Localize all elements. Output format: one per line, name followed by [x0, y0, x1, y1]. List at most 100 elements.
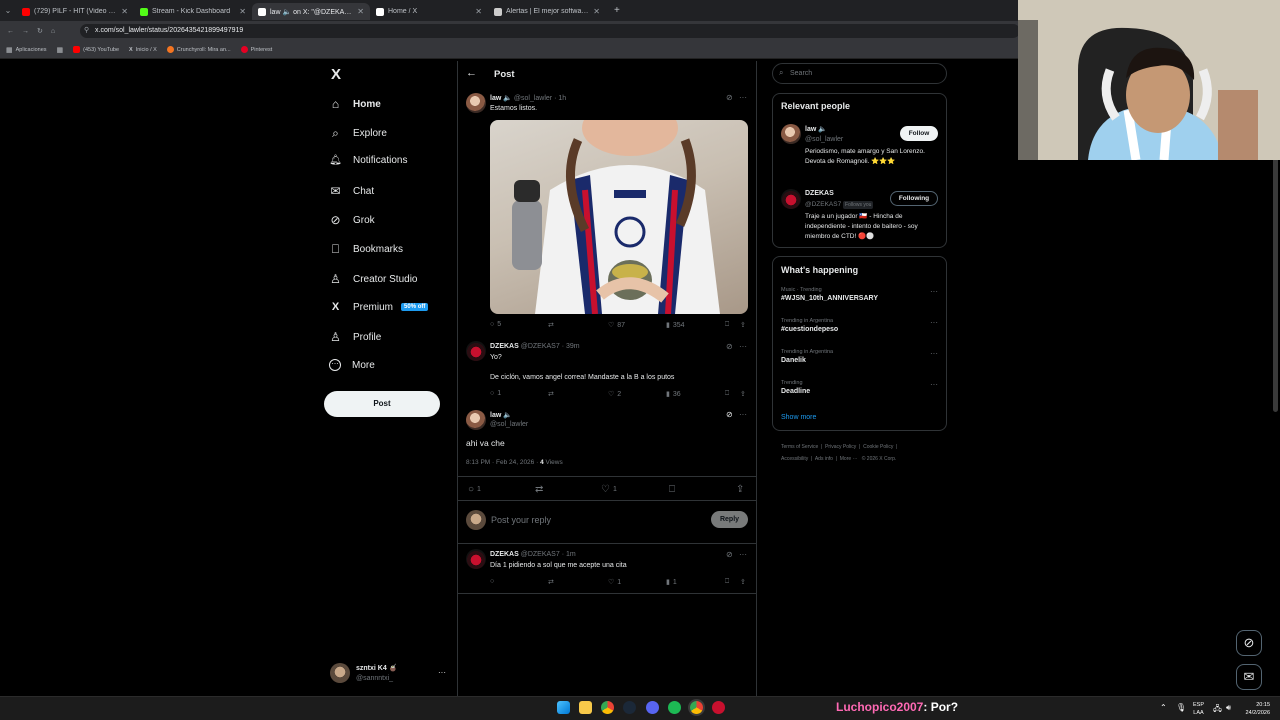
- author-handle[interactable]: @DZEKAS7: [521, 343, 560, 350]
- person-name[interactable]: DZEKAS: [805, 190, 834, 197]
- avatar[interactable]: [466, 341, 486, 361]
- post-more-icon[interactable]: ···: [739, 410, 747, 419]
- views-button[interactable]: ▮ 354: [666, 321, 685, 330]
- new-tab-icon[interactable]: +: [614, 5, 620, 16]
- browser-tab[interactable]: Stream - Kick Dashboard ✕: [134, 3, 252, 20]
- grok-icon[interactable]: ⊘: [726, 550, 733, 559]
- author-name[interactable]: DZEKAS: [490, 343, 519, 350]
- bookmark-apps[interactable]: ▦ Aplicaciones: [6, 46, 47, 54]
- footer-link[interactable]: Cookie Policy: [863, 444, 893, 450]
- nav-chat[interactable]: ✉ Chat: [329, 184, 374, 198]
- author-handle[interactable]: @sol_lawler: [490, 421, 528, 428]
- trend-item[interactable]: Music · Trending #WJSN_10th_ANNIVERSARY: [781, 287, 941, 302]
- nav-bookmarks[interactable]: ⎕ Bookmarks: [329, 242, 403, 257]
- author-name[interactable]: law 🔈: [490, 411, 512, 419]
- reply-button[interactable]: ○: [490, 578, 494, 585]
- show-more-link[interactable]: Show more: [781, 414, 816, 421]
- views-button[interactable]: ▮ 1: [666, 578, 677, 587]
- avatar[interactable]: [781, 189, 801, 209]
- reply-button[interactable]: ○ 5: [490, 321, 501, 328]
- tray-chevron-icon[interactable]: ⌃: [1160, 703, 1167, 712]
- nav-creator-studio[interactable]: ♙ Creator Studio: [329, 272, 417, 286]
- microphone-icon[interactable]: 🎙︎: [1176, 703, 1186, 712]
- trend-more-icon[interactable]: ···: [930, 380, 938, 389]
- reply-button-submit[interactable]: Reply: [711, 511, 748, 528]
- reply-button[interactable]: ○ 1: [468, 484, 481, 495]
- nav-premium[interactable]: X Premium 50% off: [329, 301, 429, 313]
- steam-icon[interactable]: [623, 701, 636, 714]
- like-button[interactable]: ♡ 2: [608, 390, 621, 399]
- site-info-icon[interactable]: ⚲: [84, 24, 89, 38]
- avatar[interactable]: [466, 93, 486, 113]
- footer-link[interactable]: Ads info: [815, 456, 833, 462]
- clock[interactable]: 20:15 24/2/2026: [1240, 701, 1270, 717]
- person-handle[interactable]: @DZEKAS7: [805, 201, 841, 208]
- chrome-icon[interactable]: [601, 701, 614, 714]
- tab-search-icon[interactable]: ⌄: [0, 6, 16, 15]
- nav-explore[interactable]: ⌕ Explore: [329, 126, 387, 141]
- home-icon[interactable]: ⌂: [51, 28, 55, 35]
- bookmark-button[interactable]: ⎕: [725, 321, 729, 329]
- search-box[interactable]: ⌕ Search: [772, 63, 947, 84]
- grok-icon[interactable]: ⊘: [726, 410, 733, 419]
- network-icon[interactable]: 🖧: [1213, 703, 1222, 717]
- trend-more-icon[interactable]: ···: [930, 287, 938, 296]
- reply-input[interactable]: Post your reply: [491, 515, 551, 525]
- browser-tab[interactable]: (729) PILF - HIT (Video Oficial)✕: [16, 3, 134, 20]
- author-name[interactable]: law 🔈: [490, 95, 512, 102]
- author-handle[interactable]: @sol_lawler: [514, 95, 552, 102]
- trend-item[interactable]: Trending in Argentina Danelik: [781, 349, 941, 364]
- bookmark-pinterest[interactable]: Pinterest: [240, 46, 272, 53]
- trend-more-icon[interactable]: ···: [930, 318, 938, 327]
- grok-float-button[interactable]: ⊘: [1236, 630, 1262, 656]
- post-time[interactable]: · 1h: [554, 95, 566, 102]
- account-name[interactable]: szntxi K4 🧉: [356, 664, 397, 672]
- footer-link[interactable]: Accessibility: [781, 456, 808, 462]
- bookmark-button[interactable]: ⎕: [725, 390, 729, 398]
- app-icon[interactable]: [712, 701, 725, 714]
- author-handle[interactable]: @DZEKAS7: [521, 551, 560, 558]
- discord-icon[interactable]: [646, 701, 659, 714]
- author-name[interactable]: DZEKAS: [490, 551, 519, 558]
- url-field[interactable]: ⚲ x.com/sol_lawler/status/202643542189949…: [80, 24, 1020, 38]
- bookmark-crunchyroll[interactable]: Crunchyroll: Mira an...: [166, 46, 231, 53]
- share-button[interactable]: ⇪: [740, 578, 746, 586]
- like-button[interactable]: ♡ 87: [608, 321, 625, 330]
- close-tab-icon[interactable]: ✕: [121, 7, 128, 16]
- footer-link[interactable]: Terms of Service: [781, 444, 818, 450]
- close-tab-icon[interactable]: ✕: [357, 7, 364, 16]
- bookmark-button[interactable]: ⎕: [725, 578, 729, 586]
- footer-link[interactable]: Privacy Policy: [825, 444, 856, 450]
- grok-icon[interactable]: ⊘: [726, 93, 733, 102]
- chrome-active-icon[interactable]: [690, 701, 703, 714]
- close-tab-icon[interactable]: ✕: [593, 7, 600, 16]
- bookmark-folder[interactable]: ▦: [57, 46, 64, 54]
- forward-arrow-icon[interactable]: →: [22, 28, 29, 35]
- bookmark-youtube[interactable]: (453) YouTube: [73, 46, 119, 53]
- repost-button[interactable]: ⇄: [548, 321, 554, 329]
- trend-item[interactable]: Trending Deadline: [781, 380, 941, 395]
- spotify-icon[interactable]: [668, 701, 681, 714]
- grok-icon[interactable]: ⊘: [726, 342, 733, 351]
- views-button[interactable]: ▮ 36: [666, 390, 681, 399]
- reply-button[interactable]: ○ 1: [490, 390, 501, 397]
- post-time[interactable]: · 1m: [562, 551, 576, 558]
- volume-icon[interactable]: 🔊︎: [1226, 703, 1231, 713]
- post-time[interactable]: · 39m: [562, 343, 580, 350]
- post-more-icon[interactable]: ···: [739, 550, 747, 559]
- repost-button[interactable]: ⇄: [548, 390, 554, 398]
- share-button[interactable]: ⇪: [740, 390, 746, 398]
- browser-tab[interactable]: Alertas | El mejor software para✕: [488, 3, 606, 20]
- nav-home[interactable]: ⌂ Home: [329, 97, 381, 111]
- reload-icon[interactable]: ↻: [37, 27, 43, 35]
- post-more-icon[interactable]: ···: [739, 93, 747, 102]
- person-handle[interactable]: @sol_lawler: [805, 136, 843, 143]
- browser-tab-active[interactable]: law 🔈 on X: "@DZEKAS7 ahi va✕: [252, 3, 370, 20]
- avatar[interactable]: [466, 410, 486, 430]
- messages-float-button[interactable]: ✉: [1236, 664, 1262, 690]
- repost-button[interactable]: ⇄: [548, 578, 554, 586]
- nav-notifications[interactable]: 🔔︎ Notifications: [329, 155, 407, 166]
- avatar[interactable]: [781, 124, 801, 144]
- post-image[interactable]: [490, 120, 748, 314]
- share-button[interactable]: ⇪: [740, 321, 746, 329]
